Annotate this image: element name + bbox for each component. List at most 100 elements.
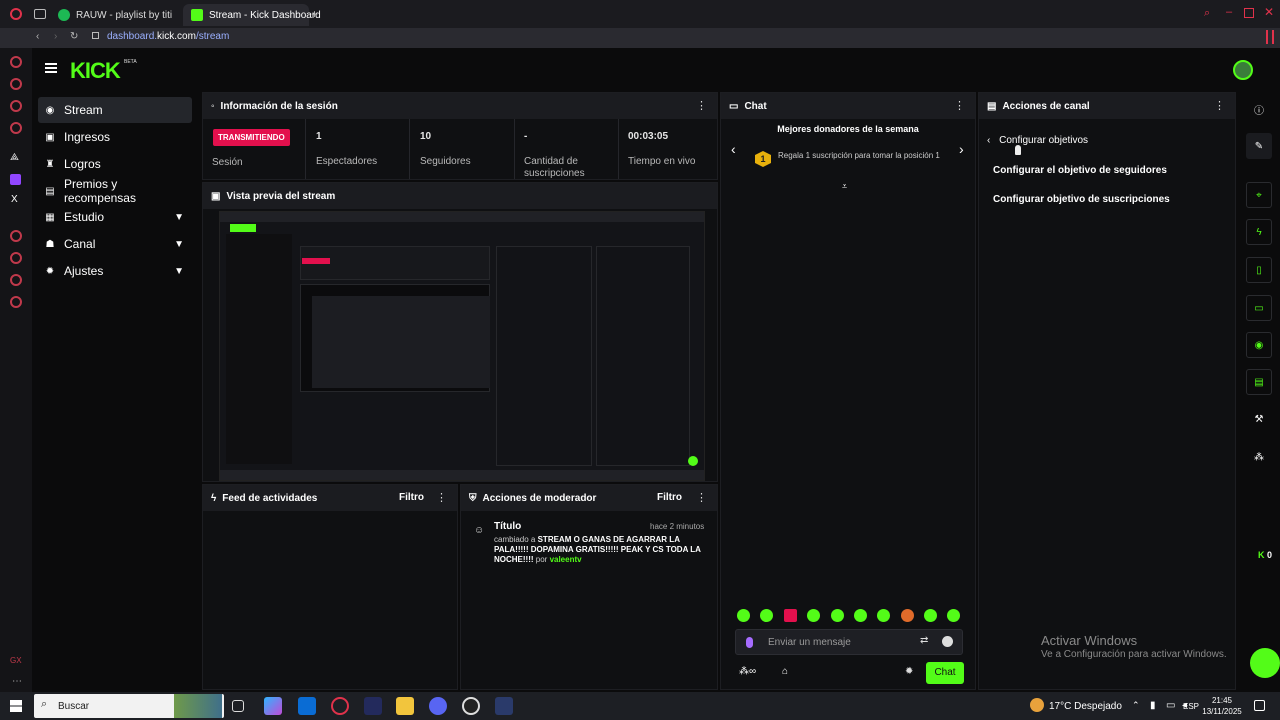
broadcast-icon[interactable]: ◉ [1246, 332, 1272, 358]
opera-logo-icon[interactable] [10, 8, 22, 20]
hamburger-menu-icon[interactable] [45, 63, 57, 73]
shopping-icon[interactable] [10, 78, 22, 90]
tray-chevron-icon[interactable]: ⌃ [1132, 700, 1140, 711]
send-chat-button[interactable]: Chat [926, 662, 964, 684]
emoji-icon[interactable] [942, 636, 953, 647]
nav-item-stream[interactable]: ◉ Stream [38, 97, 192, 123]
emote-icon[interactable] [760, 609, 773, 622]
outlook-icon[interactable] [298, 697, 316, 715]
history-icon[interactable] [10, 252, 22, 264]
emote-icon[interactable] [924, 609, 937, 622]
nav-item-canal[interactable]: ☗ Canal ▼ [38, 231, 192, 257]
lightning-icon[interactable]: ϟ [1246, 219, 1272, 245]
weather-text[interactable]: 17°C Despejado [1049, 701, 1122, 712]
close-window-button[interactable]: ✕ [1264, 5, 1274, 19]
aria-icon[interactable] [10, 56, 22, 68]
clock[interactable]: 21:45 13/11/2025 [1202, 695, 1242, 717]
chevron-left-icon[interactable]: ‹ [731, 141, 736, 157]
kick-logo[interactable]: KICK [70, 58, 121, 84]
emote-icon[interactable] [784, 609, 797, 622]
emote-icon[interactable] [807, 609, 820, 622]
mic-icon[interactable] [746, 637, 753, 648]
chevron-right-icon[interactable]: › [959, 141, 964, 157]
more-icon[interactable]: ⋯ [12, 676, 22, 687]
more-options-icon[interactable]: ⋮ [696, 99, 707, 112]
mod-entry-user[interactable]: valeentv [550, 555, 582, 564]
maximize-button[interactable] [1244, 8, 1254, 18]
search-tabs-icon[interactable]: ⌕ [1204, 7, 1210, 20]
filter-button[interactable]: Filtro [657, 492, 682, 503]
copilot-icon[interactable] [264, 697, 282, 715]
windows-start-icon[interactable] [10, 700, 22, 712]
emote-icon[interactable] [901, 609, 914, 622]
message-icon[interactable]: ▭ [1246, 295, 1272, 321]
emote-icon[interactable] [947, 609, 960, 622]
emote-icon[interactable] [737, 609, 750, 622]
more-options-icon[interactable]: ⋮ [696, 491, 707, 504]
gmail-icon[interactable] [10, 122, 22, 134]
notifications-icon[interactable] [1254, 700, 1265, 711]
message-input[interactable]: Enviar un mensaje ⇄ [735, 629, 963, 655]
chat-settings-icon[interactable]: ✹ [905, 666, 913, 677]
reload-icon[interactable]: ↻ [70, 31, 78, 42]
url-field[interactable]: dashboard.kick.com/stream [107, 31, 229, 42]
back-arrow-icon[interactable]: ‹ [36, 31, 39, 42]
menu-item-subs-goal[interactable]: Configurar objetivo de suscripciones [993, 194, 1170, 205]
scroll-down-icon[interactable]: ⩡ [842, 181, 847, 192]
forward-arrow-icon[interactable]: › [54, 31, 57, 42]
nodes-icon[interactable]: ⁂ [1246, 444, 1272, 470]
more-options-icon[interactable]: ⋮ [436, 491, 447, 504]
more-options-icon[interactable]: ⋮ [1214, 99, 1225, 112]
game-app-icon[interactable] [364, 697, 382, 715]
tab-switcher-icon[interactable] [34, 9, 46, 19]
panel-title: Acciones de moderador [482, 492, 597, 504]
back-button[interactable]: ‹ Configurar objetivos [987, 135, 1088, 146]
nav-item-estudio[interactable]: ▦ Estudio ▼ [38, 204, 192, 230]
points-icon[interactable]: ⁂∞ [739, 666, 756, 677]
avatar[interactable] [1233, 60, 1253, 80]
gx-icon[interactable]: GX [10, 656, 22, 665]
extensions-icon[interactable] [10, 274, 22, 286]
store-icon[interactable]: ⌂ [782, 666, 788, 677]
obs-icon[interactable] [462, 697, 480, 715]
translate-icon[interactable]: ⇄ [920, 635, 928, 646]
nav-item-logros[interactable]: ♜ Logros [38, 151, 192, 177]
sidebar-toggle-icon[interactable] [1266, 30, 1274, 44]
task-view-icon[interactable] [232, 700, 244, 712]
nav-item-ingresos[interactable]: ▣ Ingresos [38, 124, 192, 150]
menu-item-followers-goal[interactable]: Configurar el objetivo de seguidores [993, 165, 1167, 176]
minimize-button[interactable]: – [1226, 6, 1232, 18]
stream-preview-video[interactable] [219, 211, 705, 481]
network-icon[interactable]: ▭ [1166, 700, 1175, 711]
edit-icon[interactable]: ✎ [1246, 133, 1272, 159]
opera-gx-taskbar-icon[interactable] [331, 697, 349, 715]
capture-icon[interactable]: ⌖ [1246, 182, 1272, 208]
emote-icon[interactable] [831, 609, 844, 622]
nav-item-ajustes[interactable]: ✹ Ajustes ▼ [38, 258, 192, 284]
taskbar-search-input[interactable]: ⌕ Buscar [34, 694, 224, 718]
music-icon[interactable] [10, 230, 22, 242]
tab-spotify[interactable]: RAUW - playlist by titin_3 [50, 4, 180, 26]
help-button[interactable] [1250, 648, 1280, 678]
flow-icon[interactable] [10, 100, 22, 112]
filter-button[interactable]: Filtro [399, 492, 424, 503]
nav-item-premios[interactable]: ▤ Premios y recompensas [38, 177, 192, 205]
settings-icon[interactable] [10, 296, 22, 308]
discord-icon[interactable] [429, 697, 447, 715]
emote-icon[interactable] [877, 609, 890, 622]
emote-icon[interactable] [854, 609, 867, 622]
wrench-icon[interactable]: ⚒ [1246, 406, 1272, 432]
twitch-icon[interactable] [10, 174, 21, 185]
kick-sidebar-icon[interactable]: ⟁ [10, 152, 19, 163]
tab-kick-dashboard[interactable]: Stream - Kick Dashboard [183, 4, 321, 26]
kick-app-icon[interactable] [495, 697, 513, 715]
document-icon[interactable]: ▯ [1246, 257, 1272, 283]
file-explorer-icon[interactable] [396, 697, 414, 715]
mic-tray-icon[interactable]: ▮ [1150, 700, 1156, 711]
x-icon[interactable]: X [11, 194, 18, 205]
info-icon[interactable]: ⓘ [1246, 96, 1272, 122]
more-options-icon[interactable]: ⋮ [954, 99, 965, 112]
layers-icon[interactable]: ▤ [1246, 369, 1272, 395]
language-indicator[interactable]: ESP [1183, 702, 1199, 711]
new-tab-button[interactable]: + [311, 7, 318, 21]
